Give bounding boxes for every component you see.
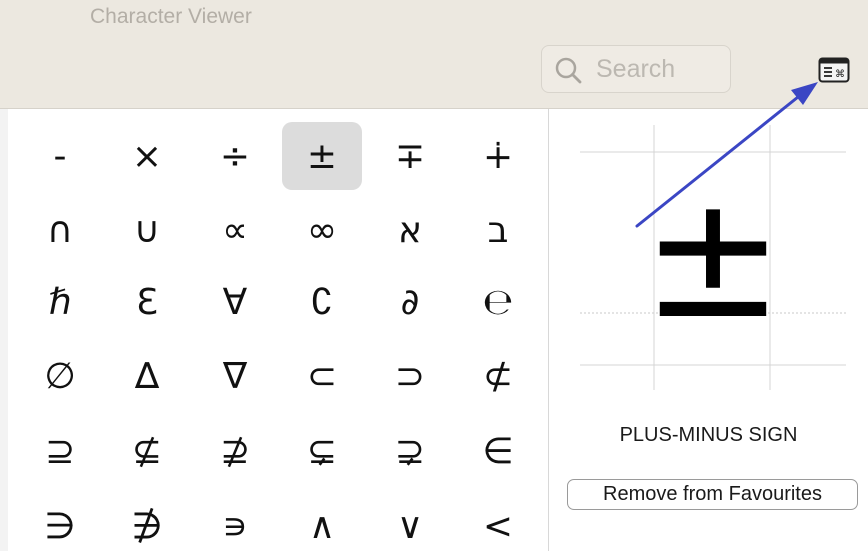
character-cell[interactable]: ∌: [107, 492, 187, 560]
title-bar: Character Viewer ⌘: [0, 0, 868, 109]
preview-glyph: ±: [641, 158, 785, 357]
character-name: PLUS-MINUS SIGN: [619, 424, 798, 446]
window-title: Character Viewer: [90, 5, 252, 28]
character-cell[interactable]: ⊈: [107, 417, 187, 485]
character-cell[interactable]: ±: [282, 122, 362, 190]
character-cell[interactable]: ℮: [458, 268, 538, 336]
character-cell[interactable]: ⊉: [195, 417, 275, 485]
character-cell[interactable]: ∓: [370, 122, 450, 190]
character-cell[interactable]: Ɛ: [107, 268, 187, 336]
search-field[interactable]: [541, 45, 731, 93]
panel-divider: [548, 109, 549, 551]
character-cell[interactable]: ב: [458, 196, 538, 264]
remove-from-favourites-button[interactable]: Remove from Favourites: [567, 479, 858, 510]
sidebar-edge: [0, 109, 8, 551]
character-cell[interactable]: ∪: [107, 196, 187, 264]
character-cell[interactable]: -: [20, 122, 100, 190]
character-cell[interactable]: ⊄: [458, 342, 538, 410]
svg-text:⌘: ⌘: [835, 69, 845, 80]
character-cell[interactable]: ∅: [20, 342, 100, 410]
character-cell[interactable]: ∇: [195, 342, 275, 410]
character-cell[interactable]: <: [458, 492, 538, 560]
character-cell[interactable]: ÷: [195, 122, 275, 190]
search-input[interactable]: [596, 46, 726, 92]
character-cell[interactable]: ∂: [370, 268, 450, 336]
character-cell[interactable]: ∩: [20, 196, 100, 264]
character-cell[interactable]: ℏ: [20, 268, 100, 336]
character-preview: ±: [580, 125, 846, 390]
character-cell[interactable]: ⊇: [20, 417, 100, 485]
character-cell[interactable]: ∝: [195, 196, 275, 264]
character-cell[interactable]: ∧: [282, 492, 362, 560]
character-cell[interactable]: ∔: [458, 122, 538, 190]
character-cell[interactable]: ∨: [370, 492, 450, 560]
character-cell[interactable]: ∈: [458, 417, 538, 485]
character-cell[interactable]: ⊋: [370, 417, 450, 485]
character-cell[interactable]: ⊃: [370, 342, 450, 410]
search-icon: [555, 57, 582, 84]
character-cell[interactable]: ⊊: [282, 417, 362, 485]
character-cell[interactable]: ∆: [107, 342, 187, 410]
character-cell[interactable]: ⊂: [282, 342, 362, 410]
character-cell[interactable]: ∁: [282, 268, 362, 336]
character-cell[interactable]: א: [370, 196, 450, 264]
character-cell[interactable]: ×: [107, 122, 187, 190]
character-cell[interactable]: ∞: [282, 196, 362, 264]
character-cell[interactable]: ∍: [195, 492, 275, 560]
character-cell[interactable]: ∀: [195, 268, 275, 336]
keyboard-viewer-icon[interactable]: ⌘: [818, 57, 850, 83]
character-cell[interactable]: ∋: [20, 492, 100, 560]
